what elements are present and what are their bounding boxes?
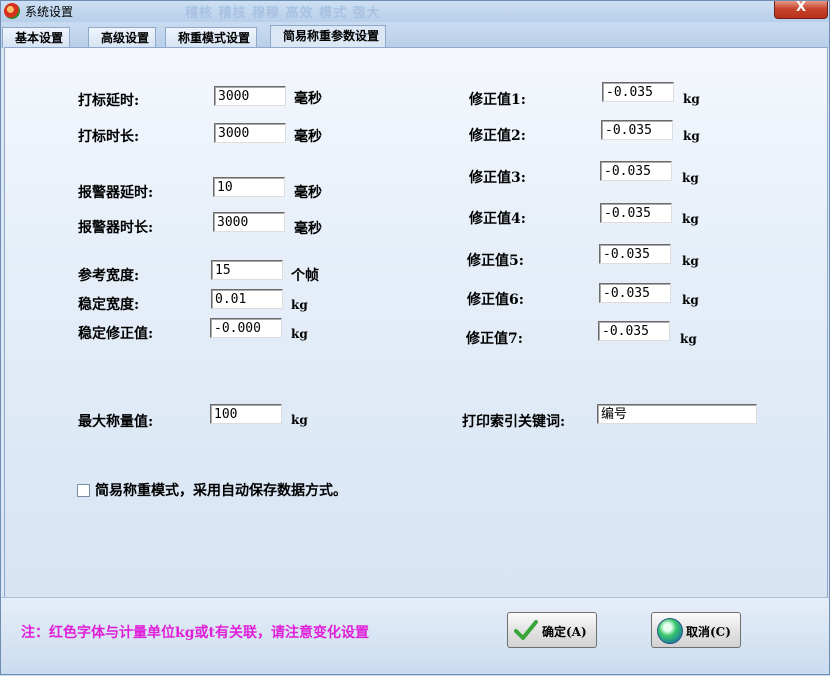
tab-basic-settings[interactable]: 基本设置 bbox=[2, 27, 71, 48]
alarm-delay-input[interactable]: 10 bbox=[213, 177, 285, 197]
cancel-icon bbox=[657, 618, 683, 644]
alarm-duration-input[interactable]: 3000 bbox=[213, 212, 285, 232]
correction-4-unit: kg bbox=[682, 212, 699, 226]
alarm-duration-unit: 毫秒 bbox=[294, 221, 322, 237]
max-weight-input[interactable]: 100 bbox=[210, 404, 282, 424]
app-icon bbox=[4, 3, 20, 19]
correction-2-unit: kg bbox=[683, 129, 700, 143]
print-key-input[interactable]: 编号 bbox=[597, 404, 757, 424]
tab-strip: 基本设置 高级设置 称重模式设置 简易称重参数设置 bbox=[0, 22, 830, 49]
tab-weighing-mode-settings[interactable]: 称重模式设置 bbox=[165, 27, 258, 48]
simple-mode-checkbox[interactable] bbox=[77, 484, 90, 497]
correction-7-unit: kg bbox=[680, 332, 697, 346]
title-ghost-text: 稽核 稽核 穆穆 高效 模式 强大 bbox=[185, 6, 381, 21]
correction-4-label: 修正值4: bbox=[469, 211, 526, 227]
correction-2-input[interactable]: -0.035 bbox=[601, 120, 673, 140]
max-weight-label: 最大称量值: bbox=[78, 414, 154, 430]
close-button[interactable]: X bbox=[774, 0, 828, 19]
alarm-duration-label: 报警器时长: bbox=[78, 220, 154, 236]
correction-3-label: 修正值3: bbox=[469, 170, 526, 186]
correction-3-input[interactable]: -0.035 bbox=[600, 161, 672, 181]
mark-delay-input[interactable]: 3000 bbox=[214, 86, 286, 106]
checkmark-icon bbox=[514, 620, 538, 640]
correction-4-input[interactable]: -0.035 bbox=[600, 203, 672, 223]
stable-correction-input[interactable]: -0.000 bbox=[210, 318, 282, 338]
footer-note: 注：红色字体与计量单位kg或t有关联，请注意变化设置 bbox=[21, 625, 369, 641]
correction-1-input[interactable]: -0.035 bbox=[602, 82, 674, 102]
window-title: 系统设置 bbox=[25, 5, 74, 19]
stable-width-input[interactable]: 0.01 bbox=[211, 289, 283, 309]
cancel-button-label: 取消(C) bbox=[686, 625, 731, 639]
stable-correction-unit: kg bbox=[291, 327, 308, 341]
tab-advanced-settings[interactable]: 高级设置 bbox=[88, 27, 157, 48]
max-weight-unit: kg bbox=[291, 413, 308, 427]
ok-button-label: 确定(A) bbox=[542, 625, 587, 639]
correction-7-input[interactable]: -0.035 bbox=[598, 321, 670, 341]
correction-3-unit: kg bbox=[682, 171, 699, 185]
stable-width-label: 稳定宽度: bbox=[78, 297, 140, 313]
mark-delay-unit: 毫秒 bbox=[294, 91, 322, 107]
ref-width-label: 参考宽度: bbox=[78, 268, 140, 284]
correction-2-label: 修正值2: bbox=[469, 128, 526, 144]
title-bar: 系统设置 稽核 稽核 穆穆 高效 模式 强大 X bbox=[0, 0, 830, 23]
tab-simple-weighing-params[interactable]: 简易称重参数设置 bbox=[270, 25, 387, 49]
simple-mode-label[interactable]: 简易称重模式，采用自动保存数据方式。 bbox=[95, 480, 347, 500]
mark-duration-label: 打标时长: bbox=[78, 129, 140, 145]
mark-delay-label: 打标延时: bbox=[78, 93, 140, 109]
correction-1-label: 修正值1: bbox=[469, 92, 526, 108]
correction-6-unit: kg bbox=[682, 293, 699, 307]
stable-width-unit: kg bbox=[291, 298, 308, 312]
cancel-button[interactable]: 取消(C) bbox=[651, 612, 741, 648]
correction-7-label: 修正值7: bbox=[466, 331, 523, 347]
ref-width-input[interactable]: 15 bbox=[211, 260, 283, 280]
ref-width-unit: 个帧 bbox=[291, 268, 319, 284]
correction-5-unit: kg bbox=[682, 254, 699, 268]
correction-1-unit: kg bbox=[683, 92, 700, 106]
correction-6-label: 修正值6: bbox=[467, 292, 524, 308]
mark-duration-input[interactable]: 3000 bbox=[214, 123, 286, 143]
mark-duration-unit: 毫秒 bbox=[294, 129, 322, 145]
alarm-delay-unit: 毫秒 bbox=[294, 185, 322, 201]
alarm-delay-label: 报警器延时: bbox=[78, 185, 154, 201]
correction-5-input[interactable]: -0.035 bbox=[599, 244, 671, 264]
correction-5-label: 修正值5: bbox=[467, 253, 524, 269]
print-key-label: 打印索引关键词: bbox=[462, 414, 566, 430]
correction-6-input[interactable]: -0.035 bbox=[599, 283, 671, 303]
stable-correction-label: 稳定修正值: bbox=[78, 326, 154, 342]
close-icon: X bbox=[795, 0, 807, 15]
ok-button[interactable]: 确定(A) bbox=[507, 612, 597, 648]
